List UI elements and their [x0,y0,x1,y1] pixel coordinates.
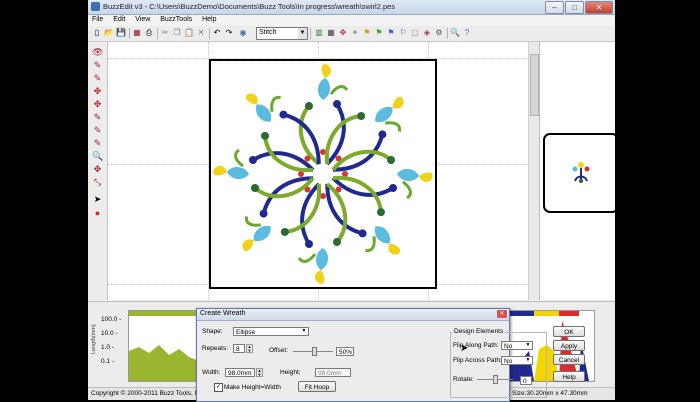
menu-file[interactable]: File [88,15,107,24]
wreath-design[interactable] [211,61,435,287]
menu-help[interactable]: Help [198,15,220,24]
pointer-icon[interactable]: ➤ [92,193,103,205]
flip-across-select[interactable]: No ▼ [501,356,533,365]
height-input: 98.0mm [315,368,351,377]
width-input[interactable]: 98.0mm [225,368,255,377]
width-spinner[interactable]: ▲ ▼ [256,368,263,377]
save-icon[interactable]: 💾 [116,28,126,38]
export-icon[interactable]: ▦ [132,28,142,38]
mouse-cursor-icon: ➤ [460,343,469,354]
scale-tool-icon[interactable]: ⤡ [92,176,103,188]
copy-icon[interactable]: ❐ [172,28,182,38]
stitch-tool-6-icon[interactable]: ✎ [92,124,103,136]
transform-tool-icon[interactable]: ✥ [92,163,103,175]
graph-ylabel: Length(mm) [91,324,97,354]
stitch-tool-5-icon[interactable]: ✎ [92,111,103,123]
new-icon[interactable]: ▯ [92,28,102,38]
eye-icon[interactable]: 👁 [92,46,103,58]
repeats-spinner[interactable]: ▲ ▼ [246,344,253,353]
zoom-tool-icon[interactable]: 🔍 [92,150,103,162]
make-height-width-label: Make Height=Width [224,384,281,391]
delete-icon[interactable]: ✕ [196,28,206,38]
menu-edit[interactable]: Edit [109,15,129,24]
flip-along-select[interactable]: No ▼ [501,341,533,350]
open-icon[interactable]: 📂 [104,28,114,38]
paste-icon[interactable]: 📋 [184,28,194,38]
menu-view[interactable]: View [131,15,154,24]
offset-slider-knob[interactable] [312,347,317,356]
canvas-scrollbar[interactable] [528,42,539,300]
hoop-frame [209,59,437,289]
graph-ytick: 10.0 - [101,330,118,337]
stitch-tool-3-icon[interactable]: ✤ [92,85,103,97]
status-copyright: Copyright © 2000-2011 Buzz Tools, In [91,390,200,397]
menu-buzztools[interactable]: BuzzTools [156,15,196,24]
graph-ytick: 1.0 - [101,344,115,351]
rotate-label: Rotate: [453,376,474,383]
grid-icon[interactable]: ▦ [326,28,336,38]
print-icon[interactable]: ⎙ [144,28,154,38]
move-icon[interactable]: ✥ [338,28,348,38]
left-toolbox: 👁 ✎ ✎ ✤ ✤ ✎ ✎ ✎ 🔍 ✥ ⤡ ➤ ● [88,42,108,300]
design-elements-title: Design Elements [452,328,506,335]
cut-icon[interactable]: ✂ [160,28,170,38]
make-height-width-checkbox[interactable]: ✓ [214,383,223,392]
create-wreath-dialog: Create Wreath ✕ Shape: Ellipse ▼ Repeats:… [196,308,585,402]
graph-ytick: 100.0 - [101,316,122,323]
color-bars-icon[interactable]: ▥ [314,28,324,38]
minimize-button[interactable]: – [545,1,564,14]
stitch-mode-icon[interactable]: ◉ [238,28,248,38]
design-canvas[interactable] [108,42,528,300]
stitch-tool-2-icon[interactable]: ✎ [92,72,103,84]
dialog-title: Create Wreath [200,310,246,317]
stitch-tool-4-icon[interactable]: ✤ [92,98,103,110]
app-icon [91,2,100,11]
design-thumbnail[interactable] [543,133,615,213]
preview-panel [539,42,615,300]
reset-icon[interactable]: ✦ [350,28,360,38]
graph-ytick: 0.1 - [101,358,115,365]
rotate-input[interactable]: 0 [520,376,532,385]
scrollbar-thumb[interactable] [530,54,539,116]
pattern-icon[interactable]: ◈ [422,28,432,38]
toolbar: ▯ 📂 💾 ▦ ⎙ ✂ ❐ 📋 ✕ ↶ ↷ ◉ Stitch ▼ ▥ ▦ ✥ ✦ … [88,26,615,42]
maximize-button[interactable]: □ [565,1,584,14]
offset-label: Offset: [269,347,289,354]
zoom-icon[interactable]: 🔍 [450,28,460,38]
stitch-tool-1-icon[interactable]: ✎ [92,59,103,71]
apply-button[interactable]: Apply [553,340,585,351]
dialog-close-button[interactable]: ✕ [497,310,507,318]
shape-select[interactable]: Ellipse ▼ [233,327,309,336]
window-title: BuzzEdit v3 - C:\Users\BuzzDemo\Document… [103,2,396,11]
undo-icon[interactable]: ↶ [212,28,222,38]
repeats-label: Repeats: [202,345,229,352]
rotate-slider-knob[interactable] [493,375,498,384]
stitch-tool-7-icon[interactable]: ✎ [92,137,103,149]
help-icon[interactable]: ? [462,28,472,38]
ok-button[interactable]: OK [553,326,585,337]
hoop-icon[interactable]: ▢ [410,28,420,38]
flag-blue-icon[interactable]: ⚑ [386,28,396,38]
options-icon[interactable]: ⚙ [434,28,444,38]
redo-icon[interactable]: ↷ [224,28,234,38]
color-picker-icon[interactable]: ● [92,207,103,219]
close-button[interactable]: ✕ [585,1,613,14]
stitch-combo[interactable]: Stitch ▼ [256,27,308,40]
height-label: Height: [280,369,301,376]
help-button[interactable]: Help [553,371,585,382]
menu-bar: File Edit View BuzzTools Help [88,15,615,26]
flag-icon[interactable]: ⚑ [362,28,372,38]
repeats-input[interactable]: 8 [233,344,245,353]
cancel-button[interactable]: Cancel [553,354,585,365]
flip-across-label: Flip Across Path: [453,357,502,364]
title-bar: BuzzEdit v3 - C:\Users\BuzzDemo\Document… [88,0,615,15]
flag-outline-icon[interactable]: ⚐ [398,28,408,38]
fit-hoop-button[interactable]: Fit Hoop [298,381,336,392]
offset-input[interactable]: 50% [336,347,354,356]
shape-label: Shape: [202,328,223,335]
width-label: Width: [202,369,221,376]
dialog-title-bar: Create Wreath ✕ [197,309,509,321]
flag-green-icon[interactable]: ⚑ [374,28,384,38]
